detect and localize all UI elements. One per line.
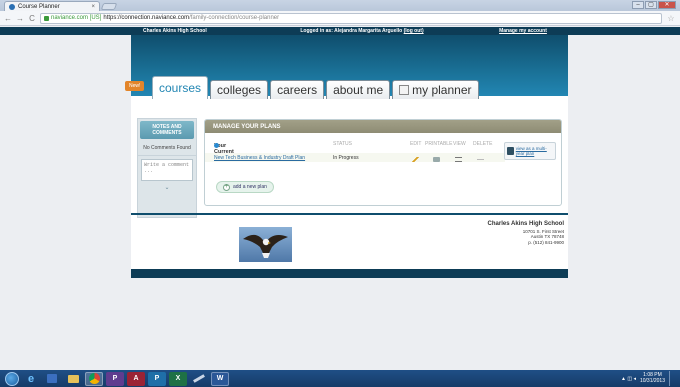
- main-nav: courses colleges careers about me my pla…: [152, 76, 479, 99]
- view-icon[interactable]: [455, 157, 462, 162]
- site-container: New! courses colleges careers about me m…: [125, 35, 568, 278]
- access-icon[interactable]: A: [127, 371, 145, 386]
- url-host: https://connection.naviance.com: [103, 15, 190, 21]
- start-button[interactable]: [5, 371, 19, 386]
- plus-icon: +: [223, 183, 230, 191]
- col-edit: EDIT: [410, 141, 422, 147]
- bookmark-star-icon[interactable]: ☆: [666, 14, 676, 23]
- footer-divider: [131, 213, 568, 215]
- notes-sidebar: NOTES AND COMMENTS No Comments Found Wri…: [137, 118, 197, 218]
- account-bar: Charles Akins High School Logged in as: …: [0, 27, 680, 35]
- edit-icon[interactable]: [412, 157, 419, 162]
- show-desktop-button[interactable]: [669, 371, 675, 386]
- tab-my-planner-label: my planner: [412, 83, 472, 97]
- eagle-mascot-image: [239, 227, 292, 262]
- excel-icon[interactable]: X: [169, 371, 187, 386]
- forward-button[interactable]: →: [16, 14, 24, 23]
- manage-plans-heading: MANAGE YOUR PLANS: [205, 120, 561, 133]
- tray-icons[interactable]: ▲ ◫ ◂: [621, 376, 636, 382]
- col-status: STATUS: [333, 141, 352, 147]
- col-delete: DELETE: [473, 141, 493, 147]
- back-button[interactable]: ←: [4, 14, 12, 23]
- tab-colleges[interactable]: colleges: [210, 80, 269, 99]
- clock[interactable]: 1:08 PM 10/31/2013: [639, 372, 665, 384]
- publisher-icon[interactable]: P: [106, 371, 124, 386]
- add-plan-label: add a new plan: [233, 184, 267, 190]
- tab-about-me[interactable]: about me: [326, 80, 391, 99]
- word-icon[interactable]: W: [211, 371, 229, 386]
- multi-year-view-link[interactable]: view as a multi-year plan: [504, 142, 556, 160]
- favicon-icon: [9, 3, 15, 10]
- info-icon[interactable]: [214, 143, 219, 148]
- browser-tab-title: Course Planner: [18, 3, 60, 10]
- footer-phone: p. (512) 841-9900: [528, 239, 564, 245]
- school-name: Charles Akins High School: [143, 28, 207, 34]
- browser-toolbar: ← → C naviance.com [US] https://connecti…: [0, 11, 680, 26]
- planner-icon: [399, 85, 410, 95]
- explorer-icon[interactable]: [64, 372, 82, 386]
- manage-plans-panel: MANAGE YOUR PLANS Your Current Plan(s) S…: [204, 119, 562, 206]
- new-badge: New!: [125, 81, 145, 91]
- ie-icon[interactable]: e: [22, 372, 40, 386]
- comment-input[interactable]: Write a comment ...: [141, 159, 193, 181]
- monitor-icon: [507, 147, 514, 155]
- site-bottom-bar: [131, 269, 568, 278]
- school-address: Charles Akins High School 10701 S. First…: [454, 221, 564, 245]
- add-plan-button[interactable]: + add a new plan: [216, 181, 274, 193]
- new-tab-button[interactable]: [100, 3, 118, 10]
- snipping-tool-icon[interactable]: [190, 372, 208, 386]
- security-label: naviance.com [US]: [51, 15, 102, 21]
- plan-name-link[interactable]: New Tech Business & Industry Draft Plan: [214, 155, 305, 161]
- multi-year-view-text: view as a multi-year plan: [515, 145, 547, 156]
- reload-button[interactable]: C: [28, 14, 36, 23]
- table-row: New Tech Business & Industry Draft Plan …: [205, 153, 505, 162]
- system-tray: ▲ ◫ ◂ 1:08 PM 10/31/2013: [621, 371, 675, 386]
- maximize-button[interactable]: ▢: [645, 1, 657, 9]
- minimize-button[interactable]: –: [632, 1, 644, 9]
- delete-icon[interactable]: [477, 159, 484, 164]
- media-player-icon[interactable]: [43, 372, 61, 386]
- clock-date: 10/31/2013: [639, 377, 665, 384]
- powerpoint-icon[interactable]: P: [148, 371, 166, 386]
- browser-tab[interactable]: Course Planner ×: [4, 1, 100, 11]
- plan-status: In Progress: [333, 155, 359, 161]
- manage-account-link[interactable]: Manage my account: [478, 28, 568, 34]
- tab-my-planner[interactable]: my planner: [392, 80, 479, 99]
- chrome-icon[interactable]: [85, 371, 103, 386]
- url-path: /family-connection/course-planner: [189, 15, 280, 21]
- browser-tabstrip: Course Planner × – ▢ ✕: [0, 0, 680, 11]
- col-view: VIEW: [453, 141, 466, 147]
- address-bar[interactable]: naviance.com [US] https://connection.nav…: [40, 12, 662, 24]
- window-controls: – ▢ ✕: [632, 1, 676, 9]
- col-printable: PRINTABLE: [425, 141, 453, 147]
- logout-link[interactable]: (log out): [404, 28, 424, 34]
- notes-heading[interactable]: NOTES AND COMMENTS: [140, 121, 194, 139]
- logged-in-text: Logged in as: Alejandra Margarita Arguel…: [300, 28, 403, 34]
- tab-close-icon[interactable]: ×: [91, 4, 95, 10]
- lock-icon: [44, 15, 49, 21]
- windows-taskbar: e P A P X W ▲ ◫ ◂ 1:08 PM 10/31/2013: [0, 370, 680, 387]
- no-comments-text: No Comments Found: [138, 141, 196, 156]
- tab-courses[interactable]: courses: [152, 76, 209, 99]
- print-icon[interactable]: [433, 157, 440, 162]
- close-window-button[interactable]: ✕: [658, 1, 676, 9]
- expand-icon[interactable]: ⌄: [163, 184, 171, 192]
- login-status: Logged in as: Alejandra Margarita Arguel…: [246, 28, 478, 34]
- footer-school-name: Charles Akins High School: [487, 221, 564, 227]
- tab-careers[interactable]: careers: [270, 80, 325, 99]
